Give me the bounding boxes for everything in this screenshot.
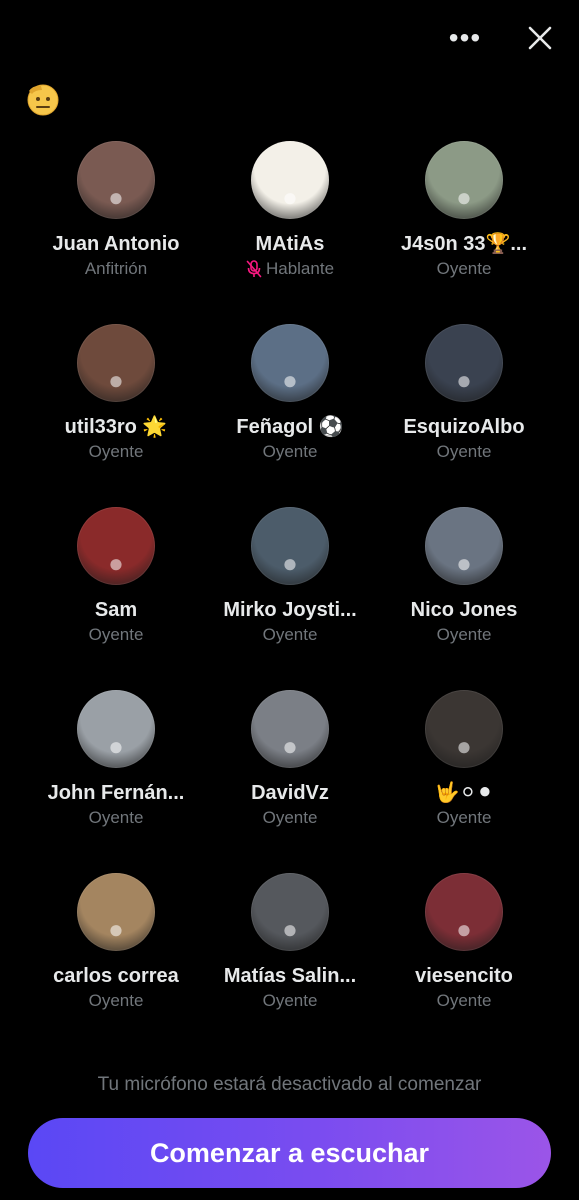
- participant-name: viesencito: [415, 965, 513, 987]
- participant-role-row: Hablante: [246, 258, 334, 280]
- participant-name: EsquizoAlbo: [403, 416, 525, 438]
- participant-role: Oyente: [436, 625, 492, 644]
- participant-card[interactable]: ● EsquizoAlbo Oyente: [377, 321, 551, 504]
- participant-card[interactable]: ● Sam Oyente: [29, 504, 203, 687]
- participants-grid: ● Juan Antonio Anfitrión ● MAtiAs Hablan…: [29, 138, 551, 1053]
- participant-card[interactable]: ● Mirko Joysti... Oyente: [203, 504, 377, 687]
- participant-role: Oyente: [436, 808, 492, 827]
- participant-card[interactable]: ● Matías Salin... Oyente: [203, 870, 377, 1053]
- participant-card[interactable]: ● Feñagol ⚽ Oyente: [203, 321, 377, 504]
- avatar: ●: [425, 873, 503, 951]
- participant-role: Oyente: [262, 991, 318, 1010]
- participant-role: Oyente: [88, 991, 144, 1010]
- avatar: ●: [77, 873, 155, 951]
- participant-card[interactable]: ● util33ro 🌟 Oyente: [29, 321, 203, 504]
- participant-role: Oyente: [436, 991, 492, 1010]
- participant-name: MAtiAs: [255, 233, 325, 255]
- participant-role: Oyente: [436, 442, 492, 461]
- participant-role-row: Oyente: [263, 807, 318, 829]
- participant-card[interactable]: ● Nico Jones Oyente: [377, 504, 551, 687]
- participant-name: util33ro 🌟: [64, 416, 168, 438]
- participant-card[interactable]: ● MAtiAs Hablante: [203, 138, 377, 321]
- participant-role: Oyente: [262, 625, 318, 644]
- reaction-button[interactable]: [22, 78, 62, 118]
- participant-name: Sam: [94, 599, 138, 621]
- participant-role-row: Oyente: [89, 624, 144, 646]
- participant-role: Oyente: [88, 625, 144, 644]
- avatar: ●: [251, 690, 329, 768]
- close-icon: [528, 26, 552, 50]
- participant-name: John Fernán...: [47, 782, 185, 804]
- participant-role-row: Oyente: [89, 807, 144, 829]
- participant-card[interactable]: ● viesencito Oyente: [377, 870, 551, 1053]
- avatar: ●: [77, 507, 155, 585]
- participant-role: Oyente: [88, 442, 144, 461]
- participant-role: Oyente: [436, 259, 492, 278]
- participant-role-row: Oyente: [263, 990, 318, 1012]
- participant-role-row: Oyente: [263, 624, 318, 646]
- participant-card[interactable]: ● 🤟⚪⚫ Oyente: [377, 687, 551, 870]
- participant-role: Oyente: [88, 808, 144, 827]
- participant-name: Mirko Joysti...: [223, 599, 357, 621]
- participant-role-row: Oyente: [89, 441, 144, 463]
- avatar: ●: [251, 324, 329, 402]
- avatar: ●: [251, 507, 329, 585]
- more-options-button[interactable]: •••: [444, 22, 486, 54]
- close-button[interactable]: [520, 18, 560, 58]
- top-bar: •••: [0, 0, 579, 75]
- avatar: ●: [425, 690, 503, 768]
- mic-disabled-note: Tu micrófono estará desactivado al comen…: [97, 1074, 482, 1095]
- participant-role-row: Oyente: [437, 258, 492, 280]
- participant-role-row: Oyente: [437, 441, 492, 463]
- participant-role-row: Anfitrión: [85, 258, 147, 280]
- avatar: ●: [425, 141, 503, 219]
- participant-name: DavidVz: [251, 782, 329, 804]
- participant-card[interactable]: ● J4s0n 33🏆... Oyente: [377, 138, 551, 321]
- participant-name: Juan Antonio: [52, 233, 180, 255]
- avatar: ●: [425, 324, 503, 402]
- participant-card[interactable]: ● carlos correa Oyente: [29, 870, 203, 1053]
- participant-role-row: Oyente: [263, 441, 318, 463]
- start-listening-button[interactable]: Comenzar a escuchar: [28, 1118, 551, 1188]
- avatar: ●: [77, 324, 155, 402]
- participant-role: Oyente: [262, 808, 318, 827]
- participant-role-row: Oyente: [437, 807, 492, 829]
- avatar: ●: [251, 141, 329, 219]
- avatar: ●: [77, 141, 155, 219]
- participant-role: Hablante: [265, 259, 335, 278]
- participant-name: 🤟⚪⚫: [434, 782, 494, 804]
- participant-card[interactable]: ● Juan Antonio Anfitrión: [29, 138, 203, 321]
- participant-role: Oyente: [262, 442, 318, 461]
- participant-name: Feñagol ⚽: [236, 416, 344, 438]
- participant-name: Matías Salin...: [223, 965, 357, 987]
- more-horizontal-icon: •••: [448, 22, 482, 53]
- avatar: ●: [425, 507, 503, 585]
- participant-name: Nico Jones: [410, 599, 518, 621]
- participant-card[interactable]: ● John Fernán... Oyente: [29, 687, 203, 870]
- mic-off-icon: [246, 260, 262, 278]
- participant-name: J4s0n 33🏆...: [400, 233, 528, 255]
- participant-name: carlos correa: [53, 965, 179, 987]
- avatar: ●: [251, 873, 329, 951]
- avatar: ●: [77, 690, 155, 768]
- participant-role-row: Oyente: [437, 990, 492, 1012]
- saluting-face-emoji-icon: [27, 84, 59, 116]
- participant-role-row: Oyente: [89, 990, 144, 1012]
- participant-card[interactable]: ● DavidVz Oyente: [203, 687, 377, 870]
- participant-role-row: Oyente: [437, 624, 492, 646]
- participant-role: Anfitrión: [84, 259, 148, 278]
